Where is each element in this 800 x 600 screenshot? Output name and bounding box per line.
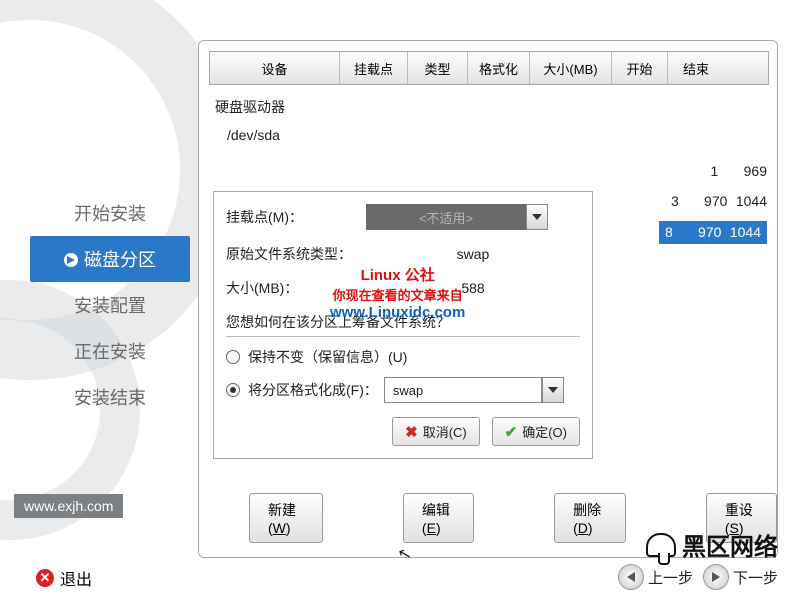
mount-point-dropdown[interactable]: <不适用> — [366, 204, 548, 230]
table-row[interactable]: 3 970 1044 — [671, 193, 767, 210]
sidebar-item-finish[interactable]: 安装结束 — [30, 374, 190, 420]
device-label: /dev/sda — [227, 127, 749, 143]
next-button[interactable]: 下一步 — [699, 564, 778, 590]
cancel-button[interactable]: ✖取消(C) — [392, 417, 480, 446]
col-device[interactable]: 设备 — [210, 52, 340, 84]
new-button[interactable]: 新建(W) — [249, 493, 323, 543]
delete-button[interactable]: 删除(D) — [554, 493, 626, 543]
col-size[interactable]: 大小(MB) — [530, 52, 612, 84]
sidebar-item-installing[interactable]: 正在安装 — [30, 328, 190, 374]
arrow-left-icon — [627, 572, 635, 582]
sidebar-item-start[interactable]: 开始安装 — [30, 190, 190, 236]
radio-icon — [226, 350, 240, 364]
check-icon: ✔ — [505, 423, 518, 441]
chevron-down-icon — [548, 387, 558, 393]
col-mount[interactable]: 挂载点 — [340, 52, 408, 84]
format-fs-dropdown[interactable]: swap — [384, 377, 564, 403]
install-steps-sidebar: 开始安装 磁盘分区 安装配置 正在安装 安装结束 — [30, 190, 190, 420]
sidebar-item-disk-partition[interactable]: 磁盘分区 — [30, 236, 190, 282]
arrow-right-icon — [712, 572, 720, 582]
col-end[interactable]: 结束 — [668, 52, 724, 84]
edit-partition-dialog: 挂载点(M)： <不适用> 原始文件系统类型： swap 大小(MB)： 588… — [213, 191, 593, 459]
radio-format[interactable]: 将分区格式化成(F)： swap — [226, 377, 580, 403]
table-row-selected[interactable]: 8 970 1044 — [659, 221, 767, 244]
orig-fs-label: 原始文件系统类型： — [226, 244, 366, 264]
radio-keep[interactable]: 保持不变（保留信息）(U) — [226, 347, 580, 367]
cursor-icon: ↖ — [396, 543, 414, 566]
close-icon: ✕ — [36, 569, 54, 587]
edit-button[interactable]: 编辑(E) — [403, 493, 474, 543]
exit-button[interactable]: ✕ 退出 — [36, 566, 92, 590]
col-start[interactable]: 开始 — [612, 52, 668, 84]
sidebar-item-config[interactable]: 安装配置 — [30, 282, 190, 328]
partition-panel: 设备 挂载点 类型 格式化 大小(MB) 开始 结束 硬盘驱动器 /dev/sd… — [198, 40, 778, 558]
play-icon — [64, 253, 78, 267]
ok-button[interactable]: ✔确定(O) — [492, 417, 580, 446]
site-url: www.exjh.com — [14, 494, 123, 518]
back-button[interactable]: 上一步 — [614, 564, 693, 590]
cancel-icon: ✖ — [405, 423, 418, 441]
mount-point-label: 挂载点(M)： — [226, 207, 366, 227]
col-format[interactable]: 格式化 — [468, 52, 530, 84]
size-label: 大小(MB)： — [226, 278, 366, 298]
chevron-down-icon — [532, 214, 542, 220]
brand-logo: 黑区网络 — [646, 527, 778, 562]
table-row[interactable]: 1 969 — [711, 163, 767, 180]
hdd-section-label: 硬盘驱动器 — [215, 97, 761, 117]
partition-table-header: 设备 挂载点 类型 格式化 大小(MB) 开始 结束 — [209, 51, 769, 85]
mushroom-icon — [646, 533, 676, 557]
orig-fs-value: swap — [366, 246, 580, 262]
radio-checked-icon — [226, 383, 240, 397]
fs-prompt: 您想如何在该分区上筹备文件系统？ — [226, 312, 580, 332]
col-type[interactable]: 类型 — [408, 52, 468, 84]
size-value: 588 — [366, 280, 580, 296]
